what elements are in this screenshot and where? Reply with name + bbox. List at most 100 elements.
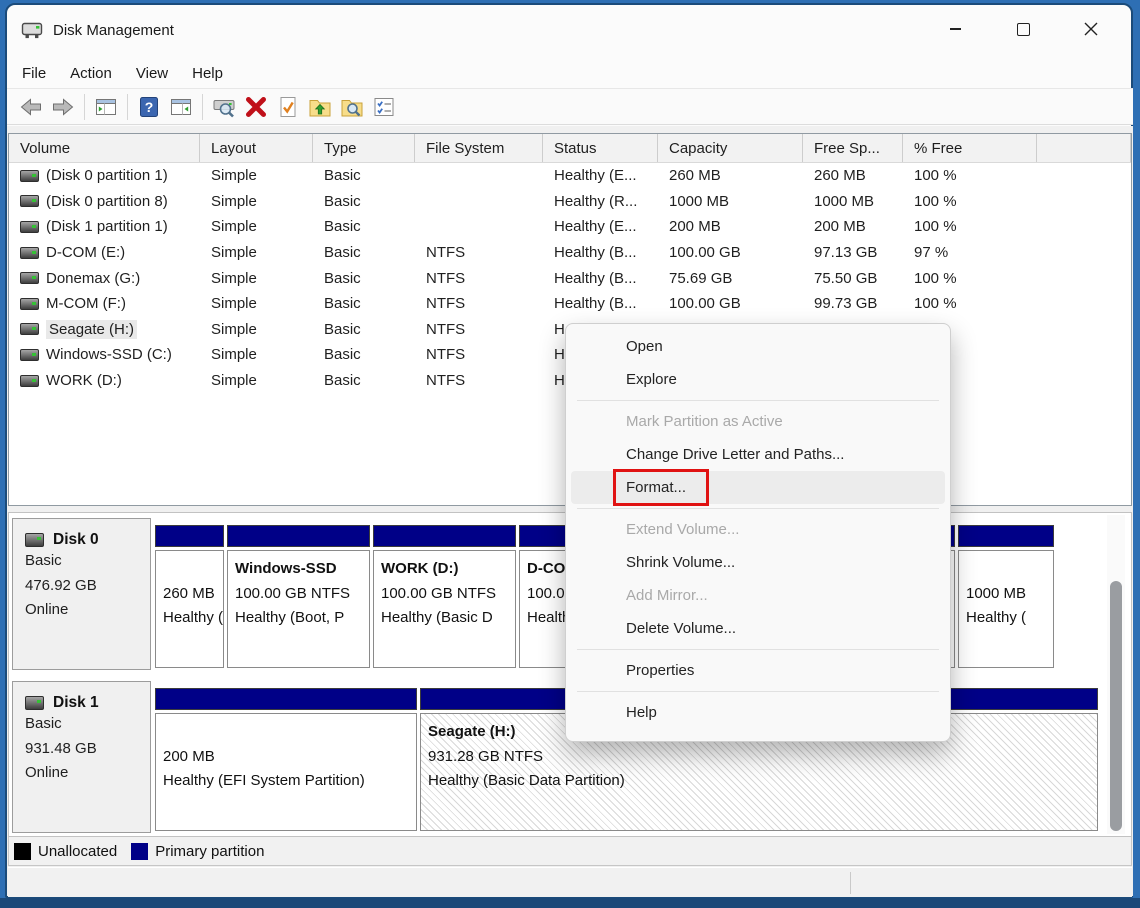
partition-200-mb[interactable]: 200 MBHealthy (EFI System Partition) [155,688,417,831]
partition-capacity: 260 MB [163,582,223,607]
column-header-free[interactable]: % Free [903,134,1037,162]
partition-1000-mb[interactable]: 1000 MBHealthy ( [958,525,1054,668]
partition-windows-ssd[interactable]: Windows-SSD100.00 GB NTFSHealthy (Boot, … [227,525,370,668]
toolbar-explore-folder-button[interactable] [336,92,368,122]
legend-bar: UnallocatedPrimary partition [8,837,1132,866]
context-menu-item-format[interactable]: Format... [571,471,945,504]
volume-row-m-com-f[interactable]: M-COM (F:)SimpleBasicNTFSHealthy (B...10… [9,291,1131,317]
legend-swatch-unallocated [14,843,31,860]
disk-header-disk-1[interactable]: Disk 1Basic931.48 GBOnline [12,681,151,833]
context-menu-separator [577,691,939,692]
open-folder-icon [308,95,332,119]
volume-name: (Disk 0 partition 1) [46,167,168,184]
context-menu-item-change-drive-letter-and-paths[interactable]: Change Drive Letter and Paths... [571,438,945,471]
minimize-button[interactable] [933,10,977,48]
toolbar-show-console-tree-button[interactable] [90,92,122,122]
context-menu-item-explore[interactable]: Explore [571,363,945,396]
help-icon: ? [137,95,161,119]
menu-help[interactable]: Help [180,62,235,85]
capacity-cell: 1000 MB [658,189,803,215]
close-button[interactable] [1069,10,1113,48]
layout-cell: Simple [200,317,313,343]
disk-management-app-icon [20,18,44,42]
layout-cell: Simple [200,240,313,266]
menu-view[interactable]: View [124,62,180,85]
volume-drive-icon [20,247,39,259]
partition-color-band [227,525,370,547]
status-cell: Healthy (B... [543,291,658,317]
type-cell: Basic [313,291,415,317]
disk-kind: Basic [25,712,150,737]
svg-text:?: ? [145,99,154,115]
scrollbar-thumb[interactable] [1110,581,1122,831]
mark-partition-icon [276,95,300,119]
toolbar-back-button[interactable] [15,92,47,122]
volume-row-disk-0-partition-1[interactable]: (Disk 0 partition 1)SimpleBasicHealthy (… [9,163,1131,189]
toolbar-open-folder-button[interactable] [304,92,336,122]
volume-name: Seagate (H:) [46,320,137,339]
toolbar-help-button[interactable]: ? [133,92,165,122]
context-menu-separator [577,649,939,650]
context-menu-item-properties[interactable]: Properties [571,654,945,687]
partition-color-band [155,688,417,710]
partition-capacity: 1000 MB [966,582,1053,607]
empty-cell [1037,368,1131,394]
context-menu-item-add-mirror: Add Mirror... [571,579,945,612]
partition-capacity: 100.00 GB NTFS [235,582,369,607]
toolbar-properties-list-button[interactable] [368,92,400,122]
context-menu-item-help[interactable]: Help [571,696,945,729]
capacity-cell: 260 MB [658,163,803,189]
partition-capacity: 200 MB [163,745,416,770]
toolbar-mark-partition-button[interactable] [272,92,304,122]
toolbar-separator [127,94,128,120]
partition-status: Healthy (Basic Data Partition) [428,769,1097,794]
partition-work-d[interactable]: WORK (D:)100.00 GB NTFSHealthy (Basic D [373,525,516,668]
column-header-capacity[interactable]: Capacity [658,134,803,162]
layout-cell: Simple [200,342,313,368]
toolbar-delete-volume-button[interactable] [240,92,272,122]
column-header-type[interactable]: Type [313,134,415,162]
context-menu-item-delete-volume[interactable]: Delete Volume... [571,612,945,645]
column-header-file-system[interactable]: File System [415,134,543,162]
fs-cell [415,214,543,240]
fs-cell: NTFS [415,342,543,368]
status-cell: Healthy (E... [543,214,658,240]
empty-cell [1037,214,1131,240]
volume-row-disk-0-partition-8[interactable]: (Disk 0 partition 8)SimpleBasicHealthy (… [9,189,1131,215]
column-header-layout[interactable]: Layout [200,134,313,162]
disk-icon [25,696,44,710]
volume-drive-icon [20,298,39,310]
volume-cell: (Disk 0 partition 8) [9,189,200,215]
properties-list-icon [372,95,396,119]
column-header-free-sp[interactable]: Free Sp... [803,134,903,162]
menu-file[interactable]: File [10,62,58,85]
type-cell: Basic [313,342,415,368]
volume-name: Donemax (G:) [46,270,140,287]
toolbar-forward-button[interactable] [47,92,79,122]
volume-cell: (Disk 1 partition 1) [9,214,200,240]
toolbar-rescan-disks-button[interactable] [208,92,240,122]
capacity-cell: 75.69 GB [658,265,803,291]
disk-title: Disk 0 [25,531,150,549]
status-cell: Healthy (B... [543,240,658,266]
partition-260-mb[interactable]: 260 MBHealthy ( [155,525,224,668]
status-bar [8,867,1132,897]
context-menu-item-open[interactable]: Open [571,330,945,363]
type-cell: Basic [313,214,415,240]
volume-row-donemax-g[interactable]: Donemax (G:)SimpleBasicNTFSHealthy (B...… [9,265,1131,291]
column-header-status[interactable]: Status [543,134,658,162]
type-cell: Basic [313,163,415,189]
column-header-volume[interactable]: Volume [9,134,200,162]
disk-header-disk-0[interactable]: Disk 0Basic476.92 GBOnline [12,518,151,670]
context-menu-item-shrink-volume[interactable]: Shrink Volume... [571,546,945,579]
menu-action[interactable]: Action [58,62,124,85]
toolbar-show-action-pane-button[interactable] [165,92,197,122]
legend-label: Unallocated [38,843,117,860]
layout-cell: Simple [200,291,313,317]
fs-cell: NTFS [415,368,543,394]
partition-color-band [155,525,224,547]
window-bottom-edge [0,898,1140,908]
volume-row-disk-1-partition-1[interactable]: (Disk 1 partition 1)SimpleBasicHealthy (… [9,214,1131,240]
volume-row-d-com-e[interactable]: D-COM (E:)SimpleBasicNTFSHealthy (B...10… [9,240,1131,266]
maximize-button[interactable] [1001,10,1045,48]
